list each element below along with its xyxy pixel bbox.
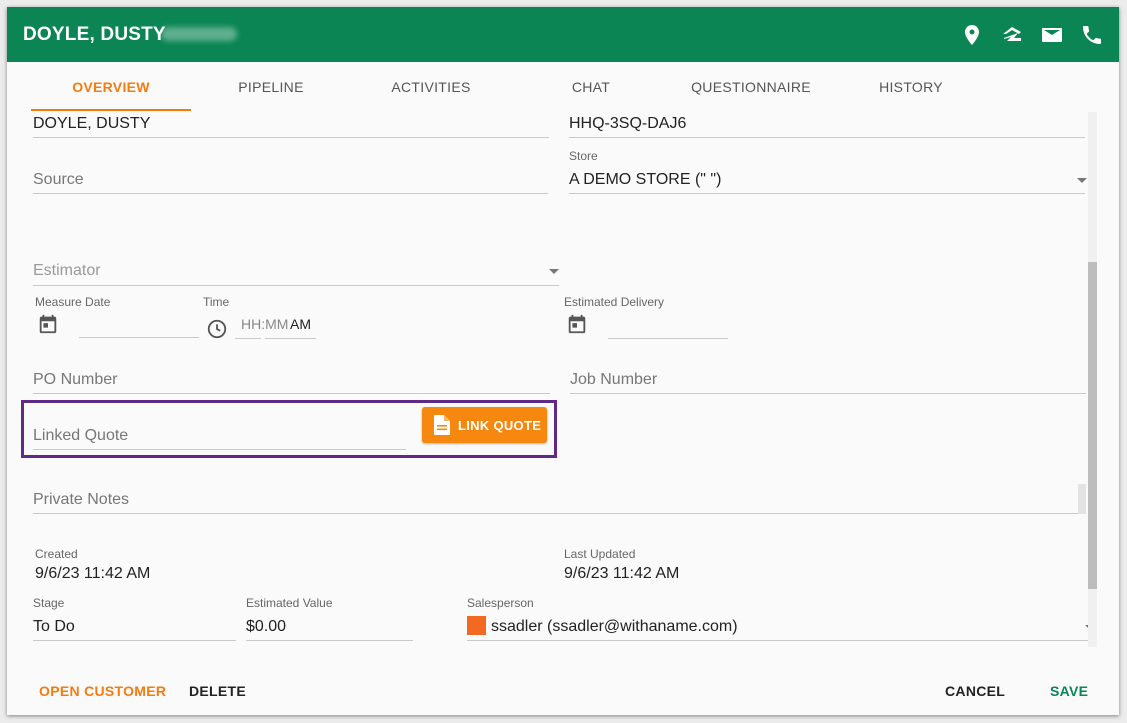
field-underline [569, 193, 1085, 194]
location-pin-icon[interactable] [960, 23, 984, 47]
source-input[interactable]: Source [33, 171, 84, 189]
time-input[interactable]: HH:MM [241, 316, 288, 332]
cancel-button[interactable]: CANCEL [945, 683, 1005, 699]
field-underline [33, 449, 406, 450]
field-underline [467, 640, 1095, 641]
measure-date-input[interactable] [79, 337, 199, 338]
field-underline [246, 640, 413, 641]
calendar-icon[interactable] [566, 313, 588, 335]
tab-overview[interactable]: OVERVIEW [31, 62, 191, 112]
time-ampm[interactable]: AM [290, 316, 311, 332]
notes-resize-handle[interactable] [1078, 484, 1086, 514]
tab-history[interactable]: HISTORY [831, 62, 991, 112]
stage-field[interactable]: To Do [33, 618, 75, 636]
store-label: Store [569, 149, 598, 163]
field-underline [265, 338, 316, 339]
document-icon [433, 414, 451, 439]
field-underline [33, 137, 549, 138]
link-quote-label: LINK QUOTE [458, 418, 542, 433]
estimated-value-label: Estimated Value [246, 596, 333, 610]
created-value: 9/6/23 11:42 AM [35, 565, 151, 582]
tab-questionnaire[interactable]: QUESTIONNAIRE [671, 62, 831, 112]
field-underline [235, 338, 261, 339]
save-button[interactable]: SAVE [1050, 683, 1088, 699]
dialog-footer: OPEN CUSTOMER DELETE CANCEL SAVE [7, 647, 1119, 715]
active-tab-indicator [31, 109, 191, 111]
calendar-icon[interactable] [37, 313, 59, 335]
linked-quote-input[interactable]: Linked Quote [33, 427, 128, 445]
redacted-text [161, 27, 237, 41]
delete-button[interactable]: DELETE [189, 683, 246, 699]
field-underline [33, 193, 548, 194]
created-label: Created [35, 547, 78, 561]
store-dropdown-arrow-icon[interactable] [1077, 178, 1087, 183]
phone-icon[interactable] [1080, 23, 1104, 47]
zillow-icon[interactable] [1000, 23, 1024, 47]
estimator-select[interactable]: Estimator [33, 262, 101, 280]
field-underline [33, 513, 1085, 514]
overview-form: DOYLE, DUSTY HHQ-3SQ-DAJ6 Source Store A… [7, 112, 1119, 647]
quote-code-field[interactable]: HHQ-3SQ-DAJ6 [569, 115, 686, 133]
store-select[interactable]: A DEMO STORE (" ") [569, 171, 721, 189]
tab-activities[interactable]: ACTIVITIES [351, 62, 511, 112]
field-underline [33, 285, 559, 286]
salesperson-select[interactable]: ssadler (ssadler@withaname.com) [491, 618, 738, 636]
field-underline [570, 393, 1086, 394]
estimator-dropdown-arrow-icon[interactable] [549, 269, 559, 274]
salesperson-color-swatch [467, 616, 486, 635]
field-underline [33, 393, 550, 394]
dialog-header: DOYLE, DUSTY [7, 7, 1119, 62]
tab-pipeline[interactable]: PIPELINE [191, 62, 351, 112]
estimated-delivery-label: Estimated Delivery [564, 295, 665, 309]
measure-date-label: Measure Date [35, 295, 111, 309]
open-customer-button[interactable]: OPEN CUSTOMER [39, 683, 166, 699]
field-underline [569, 137, 1085, 138]
salesperson-label: Salesperson [467, 596, 534, 610]
private-notes-input[interactable]: Private Notes [33, 491, 129, 509]
po-number-input[interactable]: PO Number [33, 371, 117, 389]
scrollbar-thumb[interactable] [1088, 262, 1097, 589]
email-icon[interactable] [1040, 23, 1064, 47]
job-number-input[interactable]: Job Number [570, 371, 657, 389]
tab-bar: OVERVIEW PIPELINE ACTIVITIES CHAT QUESTI… [7, 62, 1119, 112]
field-underline [33, 640, 236, 641]
last-updated-value: 9/6/23 11:42 AM [564, 565, 680, 582]
stage-label: Stage [33, 596, 65, 610]
time-label: Time [203, 295, 230, 309]
opportunity-dialog: DOYLE, DUSTY OVERVIEW PIPELINE ACTIVITIE… [7, 7, 1119, 715]
link-quote-button[interactable]: LINK QUOTE [422, 407, 547, 443]
tab-chat[interactable]: CHAT [511, 62, 671, 112]
customer-name-field[interactable]: DOYLE, DUSTY [33, 115, 150, 133]
last-updated-label: Last Updated [564, 547, 636, 561]
estimated-delivery-input[interactable] [608, 338, 728, 339]
estimated-value-field[interactable]: $0.00 [246, 618, 286, 636]
clock-icon[interactable] [206, 318, 228, 340]
customer-title: DOYLE, DUSTY [23, 24, 166, 45]
